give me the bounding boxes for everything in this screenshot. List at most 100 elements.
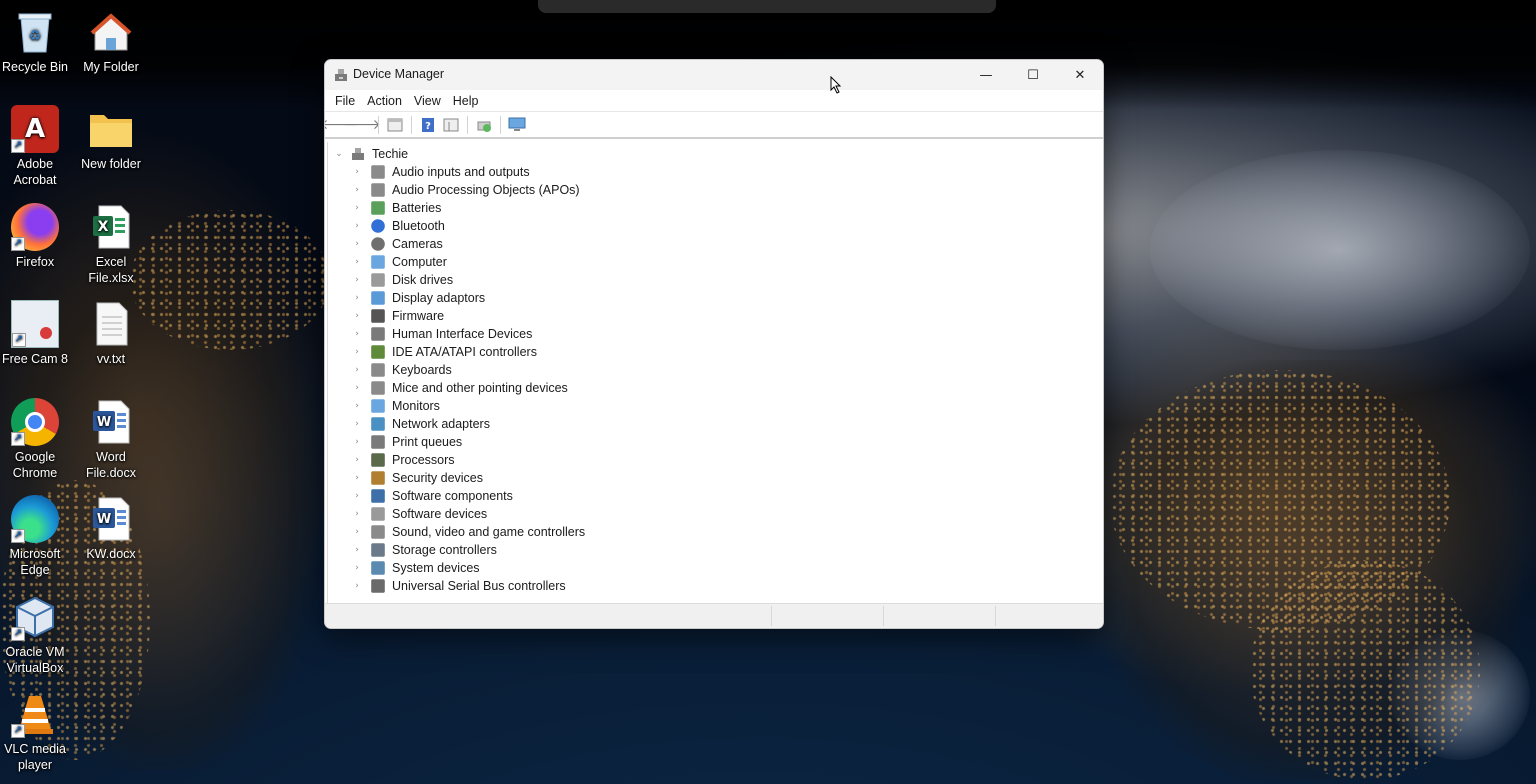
- tree-category-row[interactable]: › Monitors: [352, 397, 440, 415]
- chevron-right-icon[interactable]: ›: [352, 311, 362, 321]
- menu-view[interactable]: View: [408, 94, 447, 108]
- shortcut-arrow-icon: ↗: [11, 529, 25, 543]
- scan-hardware-icon[interactable]: [507, 115, 527, 135]
- desktop-icon-microsoft-edge[interactable]: ↗ Microsoft Edge: [0, 495, 72, 578]
- maximize-button[interactable]: ☐: [1010, 60, 1056, 90]
- chevron-right-icon[interactable]: ›: [352, 563, 362, 573]
- chevron-right-icon[interactable]: ›: [352, 509, 362, 519]
- chevron-down-icon[interactable]: ⌄: [334, 149, 344, 159]
- desktop-icon-label: VLC media player: [4, 742, 66, 772]
- view-icon[interactable]: [441, 115, 461, 135]
- chevron-right-icon[interactable]: ›: [352, 455, 362, 465]
- title-bar[interactable]: Device Manager — ☐ ✕: [325, 60, 1103, 90]
- minimize-button[interactable]: —: [963, 60, 1009, 90]
- help-icon[interactable]: ?: [418, 115, 438, 135]
- chevron-right-icon[interactable]: ›: [352, 257, 362, 267]
- tree-category-row[interactable]: › Security devices: [352, 469, 483, 487]
- chevron-right-icon[interactable]: ›: [352, 239, 362, 249]
- chevron-right-icon[interactable]: ›: [352, 437, 362, 447]
- tree-category-row[interactable]: › Software devices: [352, 505, 487, 523]
- chevron-right-icon[interactable]: ›: [352, 293, 362, 303]
- desktop-icon-vv-txt[interactable]: vv.txt: [74, 300, 148, 367]
- tree-category-row[interactable]: › Universal Serial Bus controllers: [352, 577, 566, 595]
- tree-category-row[interactable]: › Software components: [352, 487, 513, 505]
- chevron-right-icon[interactable]: ›: [352, 347, 362, 357]
- desktop-icon-firefox[interactable]: ↗ Firefox: [0, 203, 72, 270]
- tree-category-row[interactable]: › Sound, video and game controllers: [352, 523, 585, 541]
- update-driver-icon[interactable]: [474, 115, 494, 135]
- bluetooth-icon: [371, 219, 385, 233]
- tree-category-label: Mice and other pointing devices: [392, 381, 568, 395]
- shortcut-arrow-icon: ↗: [11, 724, 25, 738]
- tree-category-row[interactable]: › IDE ATA/ATAPI controllers: [352, 343, 537, 361]
- desktop-icon-vlc[interactable]: ↗ VLC media player: [0, 690, 72, 773]
- desktop-icon-free-cam[interactable]: ↗ Free Cam 8: [0, 300, 72, 367]
- menu-action[interactable]: Action: [361, 94, 408, 108]
- tree-category-row[interactable]: › System devices: [352, 559, 480, 577]
- device-manager-window[interactable]: Device Manager — ☐ ✕ File Action View He…: [324, 59, 1104, 629]
- status-divider: [995, 606, 996, 626]
- menu-help[interactable]: Help: [447, 94, 485, 108]
- chevron-right-icon[interactable]: ›: [352, 221, 362, 231]
- chevron-right-icon[interactable]: ›: [352, 383, 362, 393]
- tree-category-label: Bluetooth: [392, 219, 445, 233]
- tree-category-row[interactable]: › Processors: [352, 451, 454, 469]
- chevron-right-icon[interactable]: ›: [352, 275, 362, 285]
- tree-category-row[interactable]: › Audio Processing Objects (APOs): [352, 181, 580, 199]
- chevron-right-icon[interactable]: ›: [352, 167, 362, 177]
- tree-category-row[interactable]: › Batteries: [352, 199, 441, 217]
- device-tree[interactable]: ⌄ Techie › Audio inputs and outputs › Audio…: [327, 142, 1103, 604]
- tree-category-label: System devices: [392, 561, 480, 575]
- mouse-icon: [371, 381, 385, 395]
- desktop-icon-virtualbox[interactable]: ↗ Oracle VM VirtualBox: [0, 593, 72, 676]
- chevron-right-icon[interactable]: ›: [352, 527, 362, 537]
- desktop-icon-new-folder[interactable]: New folder: [74, 105, 148, 172]
- desktop-icon-label: Recycle Bin: [2, 60, 68, 74]
- tree-root[interactable]: ⌄ Techie: [334, 145, 408, 163]
- desktop-icon-google-chrome[interactable]: ↗ Google Chrome: [0, 398, 72, 481]
- wallpaper-clouds: [1150, 150, 1530, 350]
- tree-category-row[interactable]: › Bluetooth: [352, 217, 445, 235]
- tree-category-row[interactable]: › Audio inputs and outputs: [352, 163, 529, 181]
- desktop-icon-label: Google Chrome: [12, 450, 58, 480]
- desktop-icon-word-file[interactable]: W Word File.docx: [74, 398, 148, 481]
- desktop-icon-excel-file[interactable]: X Excel File.xlsx: [74, 203, 148, 286]
- tree-category-label: Universal Serial Bus controllers: [392, 579, 566, 593]
- desktop-icon-my-folder[interactable]: My Folder: [74, 8, 148, 75]
- close-button[interactable]: ✕: [1057, 60, 1103, 90]
- chevron-right-icon[interactable]: ›: [352, 365, 362, 375]
- chevron-right-icon[interactable]: ›: [352, 185, 362, 195]
- chevron-right-icon[interactable]: ›: [352, 545, 362, 555]
- chevron-right-icon[interactable]: ›: [352, 203, 362, 213]
- tree-category-row[interactable]: › Print queues: [352, 433, 462, 451]
- desktop-icon-recycle-bin[interactable]: ♻ Recycle Bin: [0, 8, 72, 75]
- chevron-right-icon[interactable]: ›: [352, 419, 362, 429]
- menu-file[interactable]: File: [329, 94, 361, 108]
- tree-category-label: Network adapters: [392, 417, 490, 431]
- desktop-icon-kw-docx[interactable]: W KW.docx: [74, 495, 148, 562]
- chevron-right-icon[interactable]: ›: [352, 473, 362, 483]
- desktop-icon-adobe-acrobat[interactable]: A ↗ Adobe Acrobat: [0, 105, 72, 188]
- tree-category-row[interactable]: › Mice and other pointing devices: [352, 379, 568, 397]
- tree-category-row[interactable]: › Storage controllers: [352, 541, 497, 559]
- tree-category-label: Audio Processing Objects (APOs): [392, 183, 580, 197]
- tree-category-row[interactable]: › Computer: [352, 253, 447, 271]
- chevron-right-icon[interactable]: ›: [352, 401, 362, 411]
- tree-category-row[interactable]: › Display adaptors: [352, 289, 485, 307]
- tree-category-row[interactable]: › Network adapters: [352, 415, 490, 433]
- desktop-icon-label: New folder: [81, 157, 141, 171]
- properties-icon[interactable]: [385, 115, 405, 135]
- chevron-right-icon[interactable]: ›: [352, 491, 362, 501]
- chevron-right-icon[interactable]: ›: [352, 329, 362, 339]
- tree-category-row[interactable]: › Firmware: [352, 307, 444, 325]
- chevron-right-icon[interactable]: ›: [352, 581, 362, 591]
- tree-category-row[interactable]: › Disk drives: [352, 271, 453, 289]
- tree-category-row[interactable]: › Keyboards: [352, 361, 452, 379]
- shortcut-arrow-icon: ↗: [11, 627, 25, 641]
- tree-category-row[interactable]: › Cameras: [352, 235, 443, 253]
- monitor-icon: [371, 399, 385, 413]
- toolbar-separator: [411, 115, 412, 134]
- forward-icon[interactable]: 🡒: [343, 115, 381, 135]
- tree-category-label: Print queues: [392, 435, 463, 449]
- tree-category-row[interactable]: › Human Interface Devices: [352, 325, 532, 343]
